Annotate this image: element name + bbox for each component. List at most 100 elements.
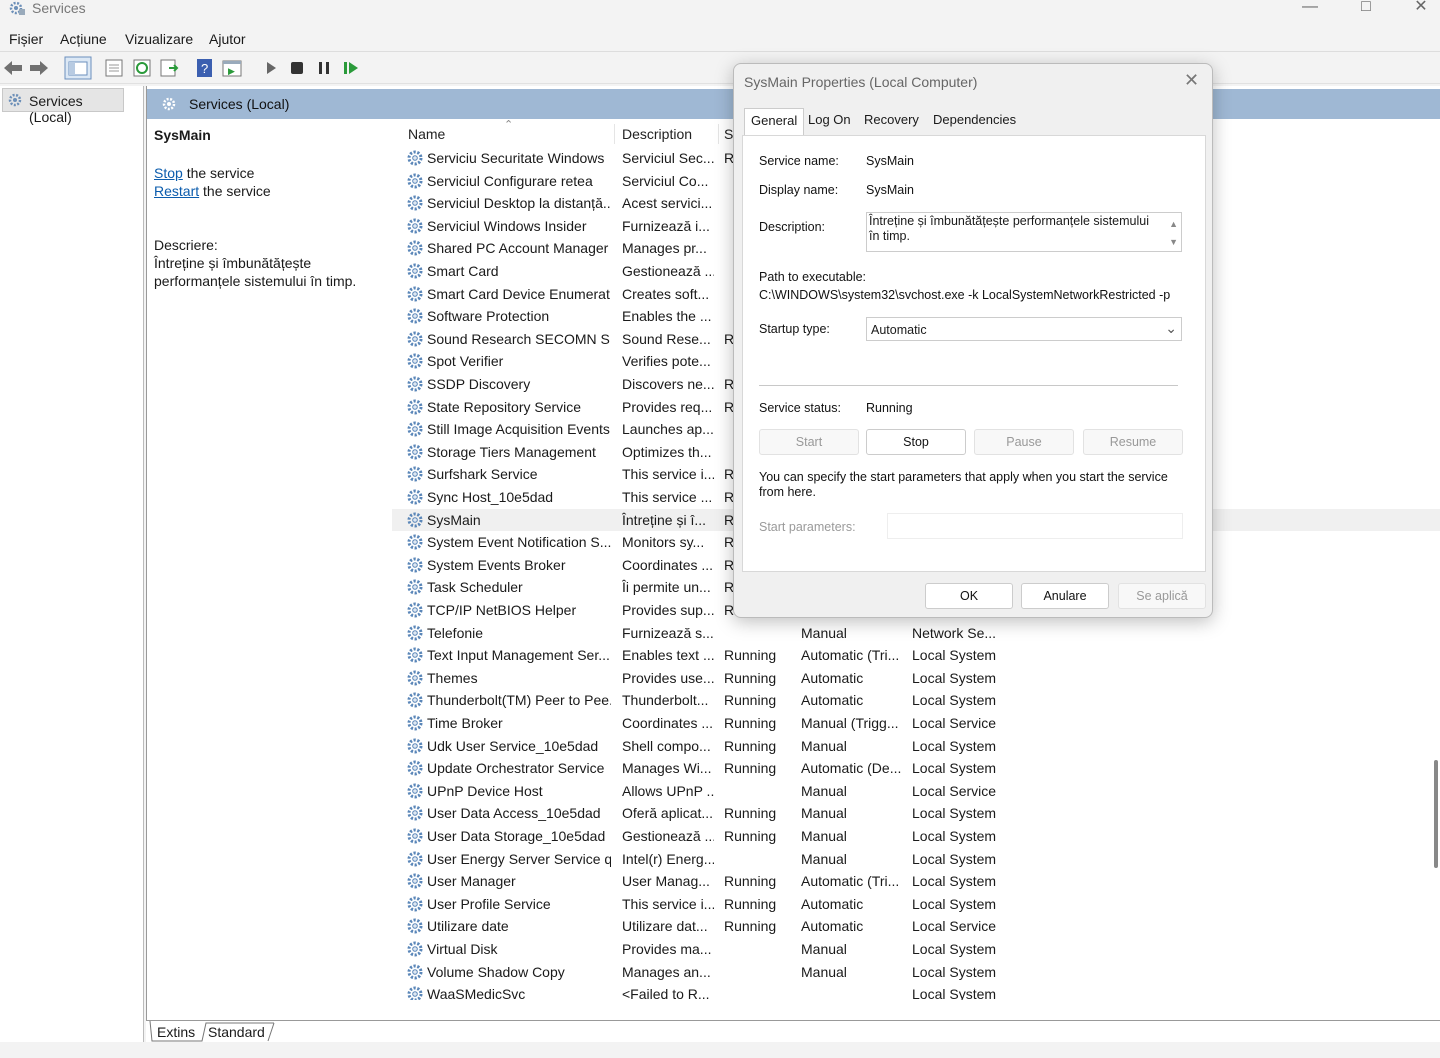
restart-service-icon[interactable]	[340, 57, 362, 79]
start-params-input[interactable]	[887, 513, 1183, 539]
tab-general[interactable]: General	[744, 108, 805, 136]
resume-button[interactable]: Resume	[1083, 429, 1183, 455]
apply-button[interactable]: Se aplică	[1118, 583, 1206, 609]
service-status: Running	[724, 715, 777, 731]
table-row[interactable]: User Profile Service This service i... Run…	[392, 893, 1440, 915]
service-startup-type: Manual	[801, 828, 847, 844]
ok-button[interactable]: OK	[925, 583, 1013, 609]
service-status: Running	[724, 918, 777, 935]
forward-arrow-icon[interactable]	[28, 57, 50, 79]
table-row[interactable]: Utilizare date Utilizare dat... Running Aut…	[392, 915, 1440, 937]
stop-service-icon[interactable]	[286, 57, 308, 79]
service-status: Running	[724, 760, 777, 777]
service-name-value: SysMain	[866, 154, 914, 168]
service-log-on-as: Network Se...	[912, 624, 997, 641]
title-bar: Services — □ ✕	[0, 0, 1440, 22]
start-params-hint: You can specify the start parameters tha…	[759, 470, 1168, 499]
menu-help[interactable]: Ajutor	[209, 31, 246, 47]
service-log-on-as: Local Service	[912, 918, 997, 935]
tab-extended[interactable]: Extins	[157, 1024, 195, 1040]
service-description: Furnizează s...	[622, 624, 714, 641]
service-description: Coordinates ...	[622, 556, 714, 573]
menu-file[interactable]: Fișier	[9, 31, 43, 47]
service-status: Running	[724, 692, 777, 709]
service-log-on-as: Local System	[912, 760, 997, 777]
description-label: Description:	[759, 220, 825, 234]
pause-service-icon[interactable]	[313, 57, 335, 79]
table-row[interactable]: Time Broker Coordinates ... Running Manual …	[392, 712, 1440, 734]
scroll-down-icon[interactable]: ▼	[1169, 235, 1178, 250]
maximize-button[interactable]: □	[1346, 0, 1386, 18]
column-divider[interactable]	[718, 124, 719, 144]
service-gear-icon	[407, 738, 423, 754]
service-status: Running	[724, 895, 777, 912]
properties-view-icon[interactable]	[103, 57, 125, 79]
table-row[interactable]: WaaSMedicSvc <Failed to R... Local System	[392, 983, 1440, 1000]
tree-node-services-local[interactable]: Services (Local)	[2, 88, 124, 125]
service-name: Serviciu Securitate Windows	[427, 150, 605, 166]
service-gear-icon	[407, 783, 423, 799]
service-name: UPnP Device Host	[427, 782, 543, 799]
table-row[interactable]: User Manager User Manag... Running Automati…	[392, 870, 1440, 892]
service-gear-icon	[407, 376, 423, 392]
action-pane-icon[interactable]: ▶	[221, 57, 243, 79]
back-arrow-icon[interactable]	[2, 57, 24, 79]
refresh-icon[interactable]	[131, 57, 153, 79]
table-row[interactable]: Telefonie Furnizează s... Manual Network Se…	[392, 622, 1440, 644]
pause-button[interactable]: Pause	[974, 429, 1074, 455]
column-header-name[interactable]: Name	[408, 126, 445, 142]
menu-action[interactable]: Acțiune	[60, 31, 107, 47]
column-header-description[interactable]: Description	[622, 126, 692, 142]
table-row[interactable]: Thunderbolt(TM) Peer to Pee... Thunderbol…	[392, 689, 1440, 711]
table-row[interactable]: User Energy Server Service q... Intel(r) …	[392, 848, 1440, 870]
tab-standard[interactable]: Standard	[208, 1024, 265, 1040]
table-row[interactable]: User Data Access_10e5dad Oferă aplicat...…	[392, 802, 1440, 824]
service-description: Gestionează ...	[622, 828, 714, 844]
startup-type-select[interactable]: Automatic ⌄	[866, 317, 1182, 341]
close-window-button[interactable]: ✕	[1401, 0, 1440, 18]
description-textbox[interactable]: Întreține și îmbunătățește performanțele…	[866, 212, 1182, 252]
help-icon[interactable]: ?	[194, 57, 216, 79]
menu-view[interactable]: Vizualizare	[125, 31, 193, 47]
start-service-icon[interactable]	[260, 57, 282, 79]
window-title: Services	[32, 0, 86, 16]
service-name: Udk User Service_10e5dad	[427, 737, 599, 754]
table-row[interactable]: Volume Shadow Copy Manages an... Manual Loc…	[392, 961, 1440, 983]
service-name: Serviciul Desktop la distanță...	[427, 195, 611, 212]
tab-recovery[interactable]: Recovery	[864, 112, 919, 134]
stop-service-link[interactable]: Stop	[154, 165, 183, 181]
service-startup-type: Manual	[801, 805, 847, 822]
minimize-button[interactable]: —	[1290, 0, 1330, 18]
table-row[interactable]: Themes Provides use... Running Automatic Loc…	[392, 667, 1440, 689]
service-log-on-as: Local System	[912, 669, 997, 686]
service-name: Spot Verifier	[427, 353, 504, 370]
column-divider[interactable]	[614, 124, 615, 144]
table-row[interactable]: UPnP Device Host Allows UPnP ... Manual Loc…	[392, 780, 1440, 802]
service-startup-type: Manual	[801, 963, 847, 980]
service-gear-icon	[407, 308, 423, 324]
service-gear-icon	[407, 625, 423, 641]
export-list-icon[interactable]	[158, 57, 180, 79]
table-row[interactable]: Update Orchestrator Service Manages Wi...…	[392, 757, 1440, 779]
vertical-scrollbar-thumb[interactable]	[1434, 760, 1438, 868]
cancel-button[interactable]: Anulare	[1021, 583, 1109, 609]
table-row[interactable]: Virtual Disk Provides ma... Manual Local Sy…	[392, 938, 1440, 960]
scroll-up-icon[interactable]: ▲	[1169, 217, 1178, 232]
service-status: Running	[724, 737, 777, 754]
service-description: Oferă aplicat...	[622, 805, 714, 822]
table-row[interactable]: Udk User Service_10e5dad Shell compo... Ru…	[392, 735, 1440, 757]
tab-dependencies[interactable]: Dependencies	[933, 112, 1016, 134]
dialog-close-icon[interactable]: ✕	[1184, 70, 1199, 91]
service-name: State Repository Service	[427, 398, 582, 415]
table-row[interactable]: Text Input Management Ser... Enables text…	[392, 644, 1440, 666]
service-log-on-as: Local System	[912, 986, 997, 1000]
table-row[interactable]: User Data Storage_10e5dad Gestionează ...…	[392, 825, 1440, 847]
console-tree-icon[interactable]	[64, 56, 92, 80]
service-description: Enables the ...	[622, 308, 712, 325]
stop-button[interactable]: Stop	[866, 429, 966, 455]
service-name: Telefonie	[427, 624, 484, 641]
service-startup-type: Automatic	[801, 895, 864, 912]
start-button[interactable]: Start	[759, 429, 859, 455]
restart-service-link[interactable]: Restart	[154, 183, 199, 199]
tab-log-on[interactable]: Log On	[808, 112, 851, 134]
